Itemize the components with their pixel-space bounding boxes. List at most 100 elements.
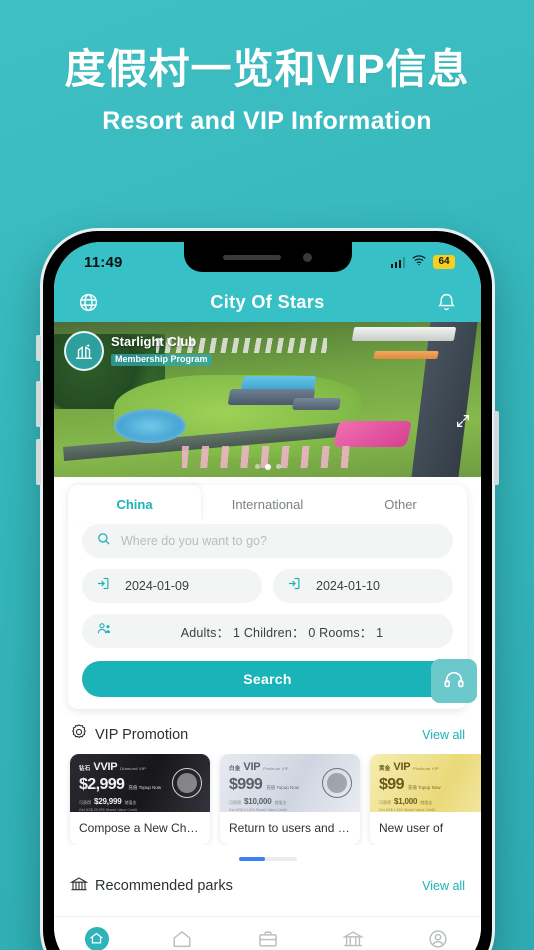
check-out-icon [287,576,302,596]
wifi-icon [412,253,426,272]
vip-tier: VVIP [93,761,118,773]
volume-down-button[interactable] [36,439,41,485]
parks-section-title: Recommended parks [95,878,233,894]
carousel-dot-active[interactable] [264,464,271,470]
destination-placeholder: Where do you want to go? [121,534,267,548]
earpiece-speaker [223,254,281,260]
vip-section-header: VIP Promotion View all [70,723,465,746]
vip-card-art: 白金 VIP Platinum VIP $999 充值 Topup Now 可获… [220,754,360,812]
checkout-date-field[interactable]: 2024-01-10 [273,569,453,603]
tab-china[interactable]: China [68,485,201,522]
checkout-date-value: 2024-01-10 [316,579,380,593]
hero-banner[interactable]: Starlight Club Membership Program [54,322,481,477]
headline-english: Resort and VIP Information [102,107,432,136]
vip-price: $999 [229,776,263,793]
vip-credit-pre: 可获得 [379,800,391,805]
vip-credit: $1,000 [394,797,418,806]
vip-note: Get US$ 29,999 Stored Value Credit [79,808,137,812]
search-tabs: China International Other [68,485,467,522]
vip-topup-label: 充值 Topup Now [266,785,299,790]
vip-card[interactable]: 白金 VIP Platinum VIP $999 充值 Topup Now 可获… [220,754,360,845]
nav-item-reservation[interactable]: Reservation [139,927,224,950]
phone-screen: 11:49 64 City Of Stars Starlight Club Me… [54,242,481,950]
headset-icon [443,669,465,694]
parks-section-header: Recommended parks View all [69,875,465,898]
briefcase-icon [256,927,280,950]
guests-field[interactable]: Adults： 1 Children： 0 Rooms： 1 [82,614,453,648]
search-button[interactable]: Search [82,661,453,697]
vip-tier-cn: 黄金 [379,766,391,772]
vip-note: Get US$ 10,000 Stored Value Credit [229,808,287,812]
page-title: City Of Stars [210,291,325,312]
guests-summary: Adults： 1 Children： 0 Rooms： 1 [180,625,384,640]
park-pavilion-icon [69,875,89,898]
vip-card[interactable]: 钻石 VVIP Diamond VIP $2,999 充值 Topup Now … [70,754,210,845]
badge-subtitle: Membership Program [111,354,212,367]
vip-tier: VIP [243,761,261,773]
vip-credit-post: 储值金 [274,800,287,805]
vip-section-title: VIP Promotion [95,726,189,743]
person-icon [426,927,450,950]
status-bar: 11:49 64 [54,242,481,282]
club-building-icon [64,331,104,371]
vip-credit: $29,999 [94,797,122,806]
vip-card-art: 钻石 VVIP Diamond VIP $2,999 充值 Topup Now … [70,754,210,812]
carousel-dot[interactable] [254,464,260,469]
front-camera [303,252,312,262]
customer-support-button[interactable] [431,659,477,703]
globe-icon[interactable] [76,290,100,314]
carousel-dot[interactable] [275,464,281,469]
checkin-date-field[interactable]: 2024-01-09 [82,569,262,603]
nav-item-order[interactable]: Order [225,927,310,950]
phone-mockup: 11:49 64 City Of Stars Starlight Club Me… [36,228,499,950]
vip-card-caption: Compose a New Cha… [79,821,206,835]
nav-item-mine[interactable]: Mine [396,927,481,950]
vip-tier-en: Platinum VIP [263,766,289,771]
destination-input[interactable]: Where do you want to go? [82,524,453,558]
status-indicators: 64 [390,253,455,272]
parks-view-all-link[interactable]: View all [422,879,465,893]
bell-icon[interactable] [435,290,459,314]
vip-credit-post: 储值金 [420,800,433,805]
guests-icon [96,621,113,641]
nav-item-focus[interactable]: Focus [310,927,395,950]
vip-card-carousel[interactable]: 钻石 VVIP Diamond VIP $2,999 充值 Topup Now … [54,754,481,845]
vip-tier-en: Platinum VIP [413,766,439,771]
signal-bars-icon [390,256,405,268]
bank-icon [341,927,365,950]
vip-credit-pre: 可获得 [229,800,241,805]
nav-item-home[interactable]: Home [54,926,139,950]
battery-badge: 64 [433,254,455,270]
carousel-dots[interactable] [254,464,281,470]
vip-price: $2,999 [79,776,125,793]
vip-card[interactable]: 黄金 VIP Platinum VIP $99 充值 Topup Now 可获得… [370,754,481,845]
home-active-icon [84,926,109,950]
power-button[interactable] [494,411,499,485]
vip-topup-label: 充值 Topup Now [407,785,441,790]
expand-icon[interactable] [455,413,471,429]
tab-international[interactable]: International [201,485,334,522]
vip-badge-icon [70,723,88,746]
app-header: City Of Stars [54,282,481,322]
vip-card-caption: New user of [379,821,444,835]
silent-switch[interactable] [36,335,41,361]
house-icon [170,927,194,950]
vip-credit: $10,000 [244,797,272,806]
carousel-scroll-indicator[interactable] [238,857,297,861]
vip-tier-en: Diamond VIP [120,766,147,771]
starlight-club-badge: Starlight Club Membership Program [64,331,212,371]
volume-up-button[interactable] [36,381,41,427]
vip-topup-label: 充值 Topup Now [128,785,162,790]
vip-note: Get US$ 1,000 Stored Value Credit [379,808,436,812]
vip-seal-icon [322,768,352,798]
search-icon [96,531,111,551]
vip-price: $99 [379,776,405,793]
vip-tier: VIP [393,761,411,773]
vip-credit-post: 储值金 [124,800,137,805]
vip-card-art: 黄金 VIP Platinum VIP $99 充值 Topup Now 可获得… [370,754,481,812]
vip-view-all-link[interactable]: View all [422,728,465,742]
vip-credit-pre: 可获得 [79,800,91,805]
badge-title: Starlight Club [111,334,197,350]
tab-other[interactable]: Other [334,485,467,522]
search-card: China International Other Where do you w… [68,485,477,709]
